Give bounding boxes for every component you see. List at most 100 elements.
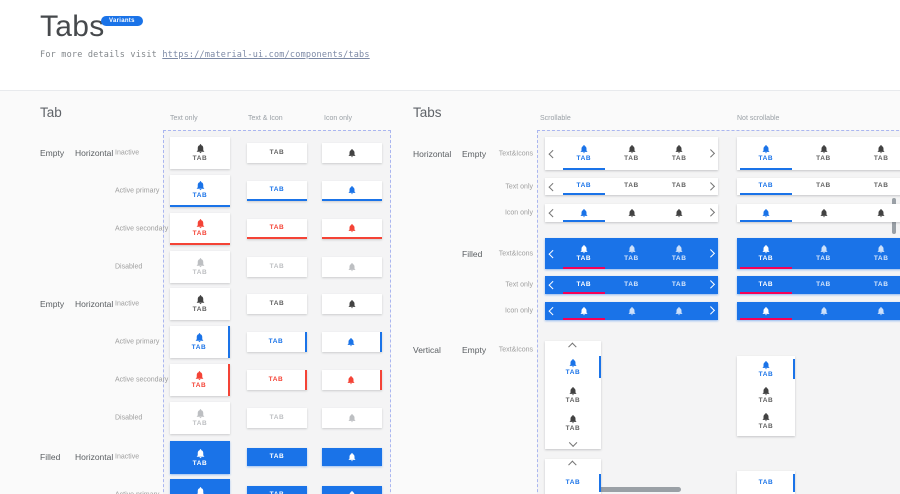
tab-item[interactable]: TAB	[655, 178, 703, 195]
tab-item[interactable]: TAB	[795, 137, 853, 170]
tab-item[interactable]: TAB	[737, 137, 795, 170]
tab-sample-text[interactable]: TAB	[247, 219, 307, 239]
chevron-up-icon[interactable]	[545, 341, 601, 353]
tab-sample-both[interactable]: TAB	[170, 137, 230, 169]
tab-item[interactable]: TAB	[655, 276, 703, 294]
chevron-up-icon[interactable]	[545, 459, 601, 471]
tab-item[interactable]: TAB	[608, 137, 656, 170]
tab-item[interactable]: TAB	[545, 381, 601, 409]
chevron-left-icon[interactable]	[545, 276, 560, 294]
tab-label: TAB	[270, 454, 285, 461]
chevron-left-icon[interactable]	[545, 238, 560, 269]
tab-item[interactable]: TAB	[737, 276, 795, 294]
tab-sample-both[interactable]: TAB	[170, 326, 230, 358]
tab-sample-text[interactable]: TAB	[247, 332, 307, 352]
tab-item[interactable]: TAB	[608, 238, 656, 269]
chevron-down-icon[interactable]	[545, 437, 601, 449]
tab-sample-text[interactable]: TAB	[247, 370, 307, 390]
tab-sample-both[interactable]: TAB	[170, 251, 230, 283]
tab-sample-text[interactable]: TAB	[247, 448, 307, 466]
tab-item[interactable]: TAB	[737, 356, 795, 382]
tab-sample-both[interactable]: TAB	[170, 364, 230, 396]
chevron-left-icon[interactable]	[545, 178, 560, 195]
chevron-right-icon[interactable]	[703, 238, 718, 269]
tab-sample-icon[interactable]	[322, 332, 382, 352]
chevron-left-icon[interactable]	[545, 302, 560, 320]
chevron-left-icon[interactable]	[545, 137, 560, 170]
tab-sample-text[interactable]: TAB	[247, 486, 307, 494]
tab-item[interactable]: TAB	[560, 178, 608, 195]
tab-item[interactable]: TAB	[655, 137, 703, 170]
tab-item[interactable]	[560, 302, 608, 320]
tab-sample-icon[interactable]	[322, 408, 382, 428]
tab-item[interactable]	[737, 204, 795, 222]
tab-sample-both[interactable]: TAB	[170, 402, 230, 434]
tab-item[interactable]: TAB	[560, 238, 608, 269]
chevron-left-icon[interactable]	[545, 204, 560, 222]
tab-item[interactable]: TAB	[852, 238, 900, 269]
tab-item[interactable]: TAB	[655, 238, 703, 269]
tab-item[interactable]: TAB	[795, 238, 853, 269]
tab-item[interactable]: TAB	[737, 238, 795, 269]
tab-item[interactable]: TAB	[608, 178, 656, 195]
chevron-right-icon[interactable]	[703, 137, 718, 170]
tab-item[interactable]	[737, 302, 795, 320]
chevron-right-icon[interactable]	[703, 302, 718, 320]
active-tab-indicator	[740, 267, 792, 269]
tab-item[interactable]: TAB	[545, 471, 601, 494]
tab-sample-text[interactable]: TAB	[247, 143, 307, 163]
tab-item[interactable]: TAB	[545, 353, 601, 381]
tabs-bar-not-scrollable: TABTABTAB	[737, 137, 900, 170]
tab-item[interactable]	[655, 302, 703, 320]
chevron-right-icon[interactable]	[703, 178, 718, 195]
tab-sample-both[interactable]: TAB	[170, 288, 230, 320]
tab-sample-icon[interactable]	[322, 370, 382, 390]
active-tab-indicator	[740, 220, 792, 222]
tab-sample-text[interactable]: TAB	[247, 408, 307, 428]
tab-item[interactable]: TAB	[852, 137, 900, 170]
tab-sample-icon[interactable]	[322, 448, 382, 466]
tab-sample-both[interactable]: TAB	[170, 441, 230, 474]
tab-item[interactable]: TAB	[737, 382, 795, 408]
tab-sample-text[interactable]: TAB	[247, 257, 307, 277]
bell-icon	[195, 448, 206, 459]
tab-item[interactable]: TAB	[795, 178, 853, 195]
tab-item[interactable]	[560, 204, 608, 222]
tab-item[interactable]: TAB	[560, 137, 608, 170]
tab-item[interactable]: TAB	[608, 276, 656, 294]
tab-sample-text[interactable]: TAB	[247, 294, 307, 314]
tab-sample-icon[interactable]	[322, 143, 382, 163]
tab-sample-both[interactable]: TAB	[170, 175, 230, 207]
tab-label: TAB	[759, 372, 774, 379]
tab-sample-both[interactable]: TAB	[170, 213, 230, 245]
tab-sample-icon[interactable]	[322, 181, 382, 201]
tab-sample-icon[interactable]	[322, 486, 382, 494]
tab-item[interactable]	[655, 204, 703, 222]
docs-link[interactable]: https://material-ui.com/components/tabs	[162, 50, 369, 60]
tab-item[interactable]	[795, 204, 853, 222]
tab-item[interactable]: TAB	[852, 178, 900, 195]
tab-sample-both[interactable]: TAB	[170, 479, 230, 494]
tab-item[interactable]: TAB	[795, 276, 853, 294]
chevron-right-icon[interactable]	[703, 204, 718, 222]
tab-item[interactable]: TAB	[560, 276, 608, 294]
tab-item[interactable]: TAB	[737, 471, 795, 494]
tab-item[interactable]	[852, 302, 900, 320]
tab-item[interactable]: TAB	[737, 408, 795, 434]
group-fill-label: Filled	[40, 452, 60, 462]
bell-icon	[195, 257, 206, 268]
chevron-right-icon[interactable]	[703, 276, 718, 294]
tab-item[interactable]	[852, 204, 900, 222]
tab-label: TAB	[566, 370, 581, 377]
tab-item[interactable]: TAB	[737, 178, 795, 195]
tab-item[interactable]	[795, 302, 853, 320]
tab-item[interactable]: TAB	[852, 276, 900, 294]
bell-icon	[674, 306, 684, 316]
tab-item[interactable]: TAB	[545, 409, 601, 437]
tab-sample-text[interactable]: TAB	[247, 181, 307, 201]
tab-item[interactable]	[608, 302, 656, 320]
tab-sample-icon[interactable]	[322, 257, 382, 277]
tab-sample-icon[interactable]	[322, 219, 382, 239]
tab-sample-icon[interactable]	[322, 294, 382, 314]
tab-item[interactable]	[608, 204, 656, 222]
